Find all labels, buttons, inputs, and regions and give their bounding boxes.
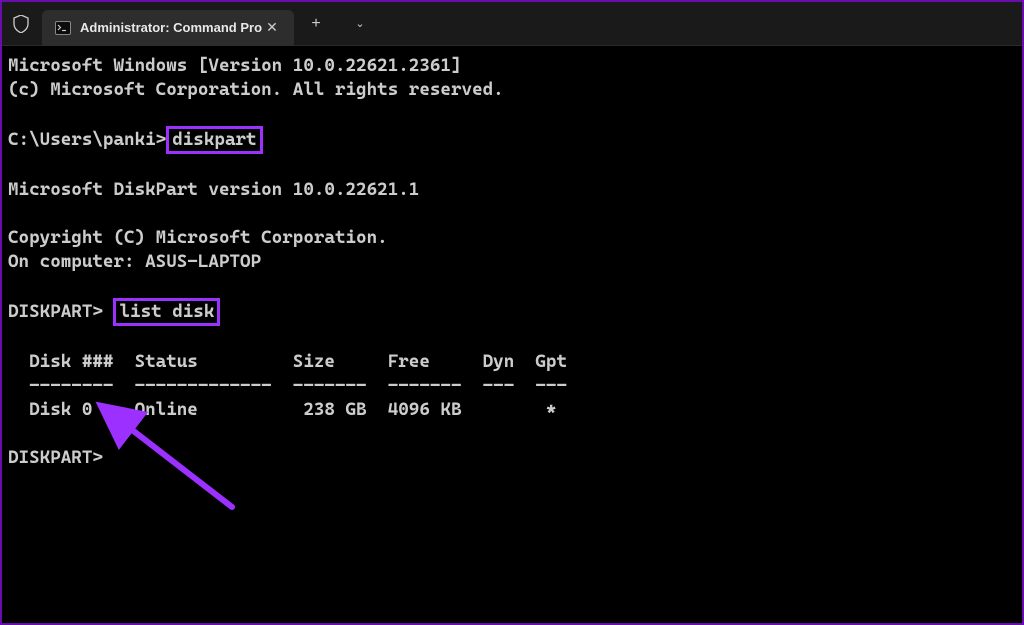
titlebar: Administrator: Command Pro ✕ + ⌄ [2,2,1022,46]
command-diskpart: diskpart [166,126,262,154]
terminal-output[interactable]: Microsoft Windows [Version 10.0.22621.23… [2,46,1022,623]
version-line: Microsoft Windows [Version 10.0.22621.23… [8,55,462,76]
new-tab-button[interactable]: + [294,2,338,46]
tab-active[interactable]: Administrator: Command Pro ✕ [42,10,294,46]
tab-actions: + ⌄ [294,2,382,46]
terminal-icon [54,19,72,37]
computer-name: On computer: ASUS-LAPTOP [8,251,261,272]
diskpart-prompt: DISKPART> [8,301,113,322]
table-row-disk0: Disk 0 Online 238 GB 4096 KB * [8,399,556,420]
diskpart-prompt-empty: DISKPART> [8,447,103,468]
table-header: Disk ### Status Size Free Dyn Gpt [8,351,567,372]
tab-title: Administrator: Command Pro [80,20,262,35]
tab-dropdown-button[interactable]: ⌄ [338,2,382,46]
tab-close-button[interactable]: ✕ [262,18,282,38]
diskpart-copyright: Copyright (C) Microsoft Corporation. [8,227,388,248]
prompt-user: C:\Users\panki> [8,129,166,150]
command-list-disk: list disk [113,298,220,326]
table-divider: -------- ------------- ------- ------- -… [8,375,567,396]
shield-icon [2,2,40,46]
copyright-line: (c) Microsoft Corporation. All rights re… [8,79,504,100]
diskpart-version: Microsoft DiskPart version 10.0.22621.1 [8,179,419,200]
